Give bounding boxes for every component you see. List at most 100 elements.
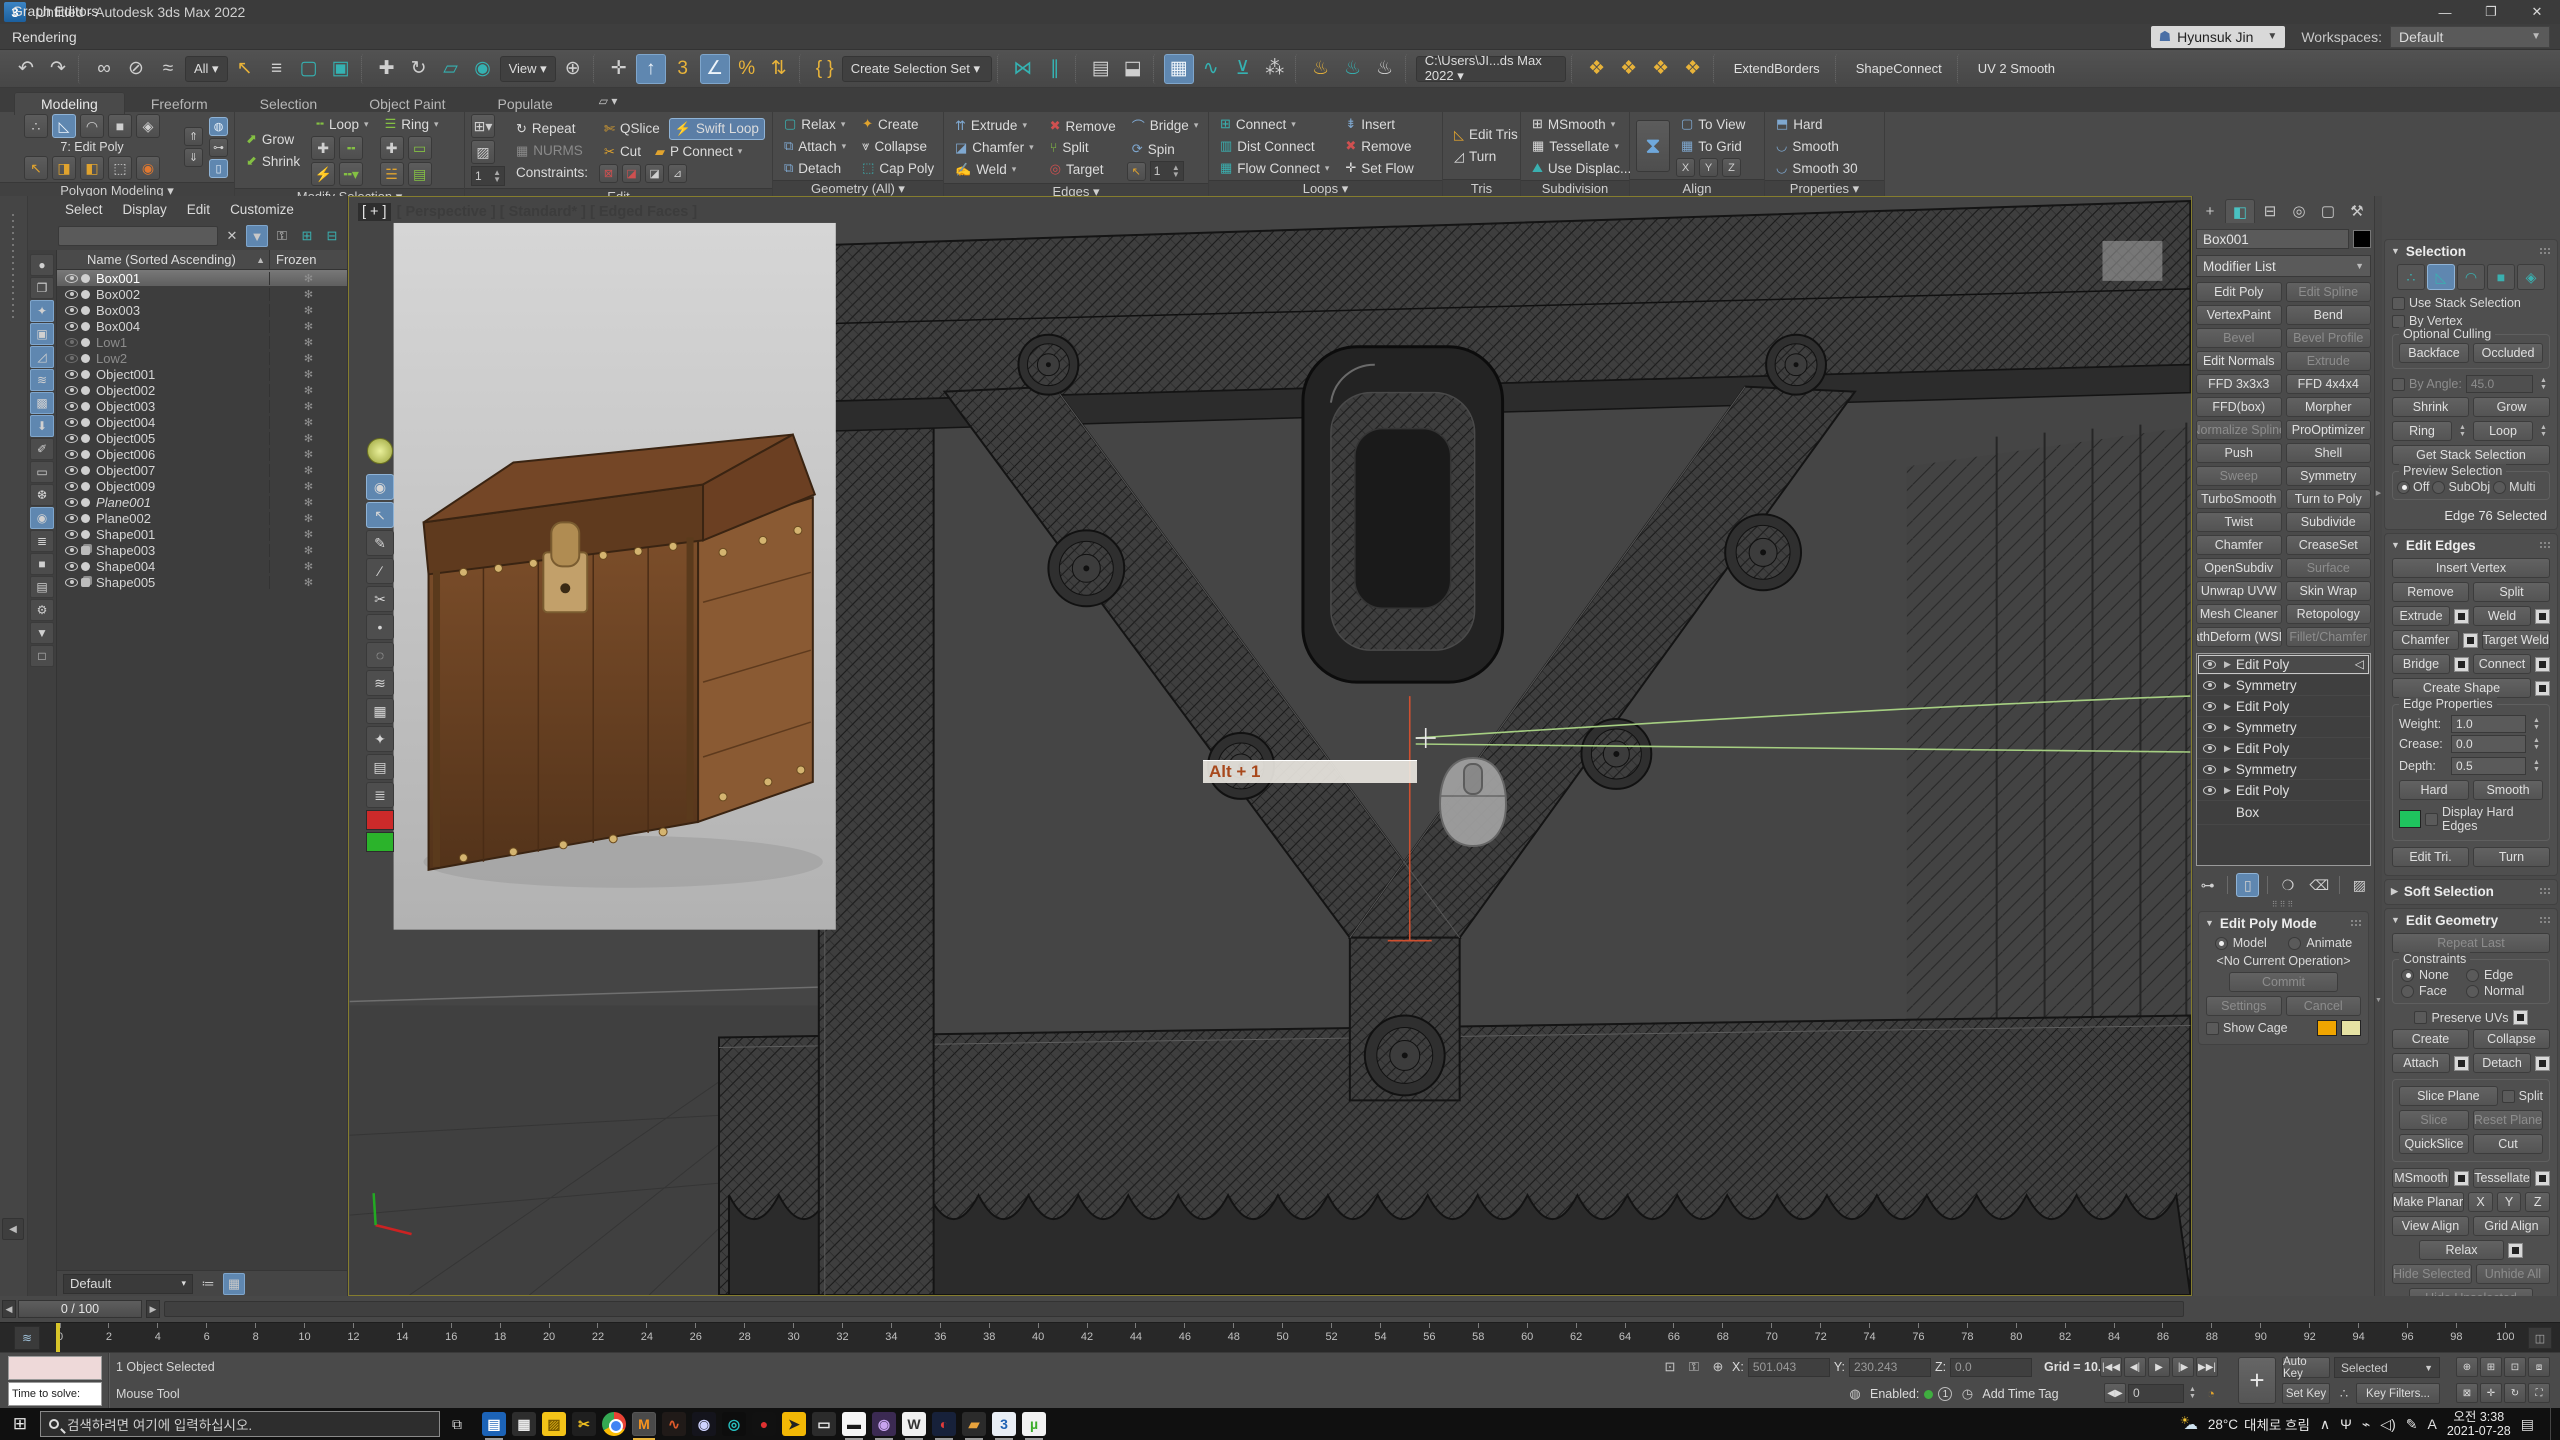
depth-spinner[interactable]: ▲▼ <box>2530 757 2543 775</box>
search-filter-icon[interactable]: ▼ <box>246 225 268 247</box>
z-coordinate-field[interactable]: 0.0 <box>1950 1358 2032 1377</box>
chamfer-dropdown[interactable]: ◪Chamfer▾ <box>950 138 1039 158</box>
capture-app-icon[interactable]: ✂ <box>572 1412 596 1436</box>
scene-object-row[interactable]: Plane002 ✻ <box>57 510 347 526</box>
show-cage-icon[interactable]: ▯ <box>209 159 228 178</box>
visibility-eye-icon[interactable] <box>65 386 78 395</box>
key-steps-icon[interactable]: ∴ <box>2334 1384 2354 1404</box>
modifier-button[interactable]: Surface <box>2286 558 2372 578</box>
go-to-start-icon[interactable]: |◀◀ <box>2100 1357 2122 1377</box>
chamfer-button[interactable]: Chamfer <box>2392 630 2459 650</box>
pconnect-button[interactable]: ▰P Connect▾ <box>650 142 747 162</box>
attach-dropdown[interactable]: ⧉Attach▾ <box>779 136 851 156</box>
visibility-eye-icon[interactable] <box>65 402 78 411</box>
toolbar-icon[interactable] <box>1571 54 1577 84</box>
zoom-extents-all-icon[interactable]: ⧈ <box>2528 1357 2550 1377</box>
modifier-button[interactable]: Chamfer <box>2196 535 2282 555</box>
rectangular-selection-region-icon[interactable]: ▢ <box>294 54 324 84</box>
hidden-icons-chevron[interactable]: ∧ <box>2320 1416 2330 1433</box>
isolate-selection-icon[interactable]: ⊡ <box>1660 1357 1680 1377</box>
play-icon[interactable]: ▶ <box>2148 1357 2170 1377</box>
toolbar-icon[interactable] <box>1295 54 1301 84</box>
border-subobject-icon[interactable]: ◠ <box>80 114 104 138</box>
visibility-eye-icon[interactable] <box>65 322 78 331</box>
default-set-dropdown[interactable]: Default▾ <box>63 1274 193 1294</box>
modifier-eye-icon[interactable] <box>2203 660 2216 669</box>
model-radio[interactable] <box>2215 937 2228 950</box>
explorer-menu-item[interactable]: Select <box>56 202 112 217</box>
time-slider-handle[interactable]: 0 / 100 <box>18 1300 142 1318</box>
bridge-settings-icon[interactable] <box>2454 657 2469 672</box>
rollout-header[interactable]: ▶Soft Selection <box>2385 880 2557 902</box>
selection-filter-dropdown[interactable]: All ▾ <box>185 56 228 82</box>
object-name[interactable]: Object009 <box>96 479 269 494</box>
modifier-eye-icon[interactable] <box>2203 702 2216 711</box>
soft-selection-falloff-icon[interactable]: ◉ <box>136 156 160 180</box>
filter-icon[interactable]: ▼ <box>30 622 54 644</box>
minimize-button[interactable]: — <box>2422 0 2468 24</box>
orbit-icon[interactable]: ↻ <box>2504 1383 2526 1403</box>
section-label[interactable]: Geometry (All) ▾ <box>773 180 943 197</box>
key-mode-icon[interactable]: ◀▶ <box>2104 1383 2126 1403</box>
toolbar-icon[interactable] <box>1153 54 1159 84</box>
select-by-edge-icon[interactable]: ◨ <box>52 156 76 180</box>
workspace-dropdown[interactable]: Default▼ <box>2390 26 2550 48</box>
modifier-button[interactable]: Edit Spline <box>2286 282 2372 302</box>
hard-edge-color-swatch[interactable] <box>2399 810 2421 828</box>
explorer-search-input[interactable] <box>58 226 218 246</box>
scene-object-row[interactable]: Object002 ✻ <box>57 382 347 398</box>
percent-snap-icon[interactable]: % <box>732 54 762 84</box>
depth-field[interactable]: 0.5 <box>2451 757 2526 775</box>
preview-off-radio[interactable] <box>2397 481 2410 494</box>
preview-subobj-radio[interactable] <box>2432 481 2445 494</box>
next-frame-arrow[interactable]: ▶ <box>146 1300 160 1318</box>
cut-button[interactable]: ✂Cut <box>599 142 646 162</box>
object-name[interactable]: Plane001 <box>96 495 269 510</box>
visibility-eye-icon[interactable] <box>65 418 78 427</box>
attach-settings-icon[interactable] <box>2454 1056 2469 1071</box>
commit-button[interactable]: Commit <box>2229 972 2338 992</box>
grow-button[interactable]: Grow <box>2473 397 2550 417</box>
modifier-button[interactable]: Symmetry <box>2286 466 2372 486</box>
slice-button[interactable]: Slice <box>2399 1110 2469 1130</box>
create-button[interactable]: ✦Create <box>857 114 939 134</box>
tweak-uvw-icon[interactable]: ▨ <box>471 140 495 164</box>
select-and-rotate-icon[interactable]: ↻ <box>404 54 434 84</box>
modifier-button[interactable]: ProOptimizer <box>2286 420 2372 440</box>
spin-button[interactable]: ⟳Spin <box>1127 139 1204 159</box>
show-desktop-sliver[interactable] <box>2550 1408 2556 1440</box>
display-xrefs-icon[interactable]: ⬇ <box>30 415 54 437</box>
time-tag-icon[interactable]: ◍ <box>1845 1384 1865 1404</box>
display-app-icon[interactable]: ▭ <box>812 1412 836 1436</box>
connect-settings-icon[interactable] <box>2535 657 2550 672</box>
preserve-uvs-settings-icon[interactable] <box>2513 1010 2528 1025</box>
flow-connect-dropdown[interactable]: ▦Flow Connect▾ <box>1215 158 1334 178</box>
expand-tree-icon[interactable]: ⊞ <box>296 225 318 247</box>
crease-spinner[interactable]: ▲▼ <box>2530 735 2543 753</box>
media-app-icon[interactable]: ◉ <box>872 1412 896 1436</box>
make-planar-x-button[interactable]: X <box>1676 158 1695 177</box>
3dsmax-app-icon[interactable]: M <box>632 1412 656 1436</box>
cage-selected-color-swatch[interactable] <box>2341 1020 2361 1036</box>
collapse-button[interactable]: ⩔Collapse <box>857 136 939 156</box>
section-label[interactable]: Align <box>1630 179 1764 196</box>
modifier-eye-icon[interactable] <box>2203 681 2216 690</box>
object-name-field[interactable]: Box001 <box>2196 229 2349 249</box>
render-production-icon[interactable]: ♨ <box>1370 54 1400 84</box>
select-cage-icon[interactable]: ⬚ <box>108 156 132 180</box>
turn-button[interactable]: Turn <box>2473 847 2550 867</box>
scene-object-row[interactable]: Plane001 ✻ <box>57 494 347 510</box>
menu-item[interactable]: Rendering <box>0 24 110 50</box>
object-name[interactable]: Object003 <box>96 399 269 414</box>
object-name[interactable]: Object006 <box>96 447 269 462</box>
modifier-button[interactable]: FFD 4x4x4 <box>2286 374 2372 394</box>
modifier-button[interactable]: FFD(box) <box>2196 397 2282 417</box>
hard-edges-button[interactable]: ⬒Hard <box>1771 114 1863 134</box>
bridge-button[interactable]: Bridge <box>2392 654 2450 674</box>
constraint-normal-icon[interactable]: ⊿ <box>668 164 687 183</box>
section-label[interactable]: Subdivision <box>1521 180 1629 196</box>
planar-x-button[interactable]: X <box>2468 1192 2493 1212</box>
frame-spinner[interactable]: ▲▼ <box>2186 1384 2199 1402</box>
display-bones-icon[interactable]: ✐ <box>30 438 54 460</box>
relax-settings-icon[interactable] <box>2508 1243 2523 1258</box>
